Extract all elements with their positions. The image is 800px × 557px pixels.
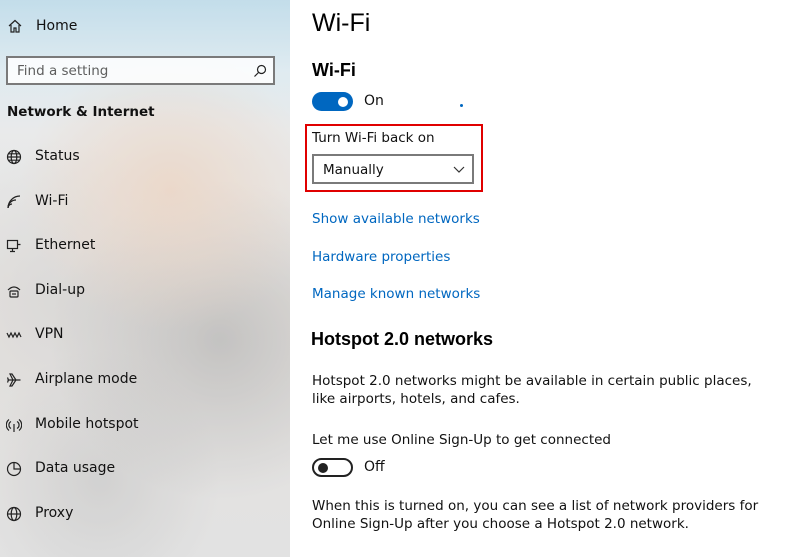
sidebar-item-label: Data usage bbox=[35, 460, 116, 476]
hotspot-description-line: Hotspot 2.0 networks might be available … bbox=[312, 373, 752, 389]
sidebar-item-mobile-hotspot[interactable]: Mobile hotspot bbox=[0, 405, 290, 445]
home-nav-item[interactable]: Home bbox=[0, 8, 290, 44]
search-icon[interactable] bbox=[253, 64, 267, 78]
online-signup-toggle[interactable] bbox=[312, 458, 353, 477]
online-signup-label: Let me use Online Sign-Up to get connect… bbox=[312, 432, 611, 448]
wifi-icon bbox=[6, 194, 22, 210]
sidebar-item-label: Wi-Fi bbox=[35, 193, 69, 209]
hardware-properties-link[interactable]: Hardware properties bbox=[312, 249, 450, 265]
footer-line: Online Sign-Up after you choose a Hotspo… bbox=[312, 516, 689, 532]
data-usage-icon bbox=[6, 461, 22, 477]
sidebar-item-label: Dial-up bbox=[35, 282, 85, 298]
turn-wifi-back-on-label: Turn Wi-Fi back on bbox=[312, 130, 435, 146]
wifi-toggle[interactable] bbox=[312, 92, 353, 111]
globe-icon bbox=[6, 506, 22, 522]
manage-known-networks-link[interactable]: Manage known networks bbox=[312, 286, 480, 302]
home-icon bbox=[7, 18, 23, 34]
sidebar-item-wifi[interactable]: Wi-Fi bbox=[0, 182, 290, 222]
sidebar-item-label: Status bbox=[35, 148, 80, 164]
hotspot-icon bbox=[6, 417, 22, 433]
globe-icon bbox=[6, 149, 22, 165]
toggle-knob bbox=[318, 462, 328, 473]
sidebar-item-label: Mobile hotspot bbox=[35, 416, 139, 432]
online-signup-toggle-state: Off bbox=[364, 459, 385, 475]
sidebar-item-ethernet[interactable]: Ethernet bbox=[0, 226, 290, 266]
toggle-knob bbox=[338, 96, 348, 107]
dial-up-icon bbox=[6, 283, 22, 299]
sidebar-item-airplane-mode[interactable]: Airplane mode bbox=[0, 360, 290, 400]
sidebar-item-status[interactable]: Status bbox=[0, 137, 290, 177]
dropdown-value: Manually bbox=[323, 162, 384, 178]
chevron-down-icon bbox=[453, 164, 465, 174]
wifi-settings-page: Wi-Fi Wi-Fi On Turn Wi-Fi back on Manual… bbox=[290, 0, 800, 557]
ethernet-icon bbox=[6, 238, 22, 254]
sidebar-item-dial-up[interactable]: Dial-up bbox=[0, 271, 290, 311]
hotspot-description-line: like airports, hotels, and cafes. bbox=[312, 391, 520, 407]
search-box[interactable] bbox=[6, 56, 275, 85]
sidebar-item-data-usage[interactable]: Data usage bbox=[0, 449, 290, 489]
sidebar-item-label: VPN bbox=[35, 326, 64, 342]
airplane-icon bbox=[6, 372, 22, 388]
show-available-networks-link[interactable]: Show available networks bbox=[312, 211, 480, 227]
sidebar-item-vpn[interactable]: VPN bbox=[0, 315, 290, 355]
settings-sidebar: Home Network & Internet Status Wi-Fi bbox=[0, 0, 290, 557]
section-title: Network & Internet bbox=[7, 104, 155, 120]
home-label: Home bbox=[36, 18, 78, 34]
vpn-icon bbox=[6, 327, 22, 343]
page-title: Wi-Fi bbox=[312, 9, 371, 37]
wifi-toggle-state: On bbox=[364, 93, 384, 109]
sidebar-item-label: Ethernet bbox=[35, 237, 96, 253]
online-signup-footer: When this is turned on, you can see a li… bbox=[312, 497, 782, 533]
search-input[interactable] bbox=[8, 58, 238, 83]
hotspot-heading: Hotspot 2.0 networks bbox=[311, 329, 494, 349]
blue-dot bbox=[460, 104, 463, 107]
footer-line: When this is turned on, you can see a li… bbox=[312, 498, 759, 514]
wifi-heading: Wi-Fi bbox=[312, 60, 356, 80]
sidebar-item-label: Airplane mode bbox=[35, 371, 138, 387]
sidebar-item-label: Proxy bbox=[35, 505, 74, 521]
hotspot-description: Hotspot 2.0 networks might be available … bbox=[312, 372, 782, 408]
sidebar-item-proxy[interactable]: Proxy bbox=[0, 494, 290, 534]
turn-wifi-back-on-dropdown[interactable]: Manually bbox=[312, 154, 474, 184]
